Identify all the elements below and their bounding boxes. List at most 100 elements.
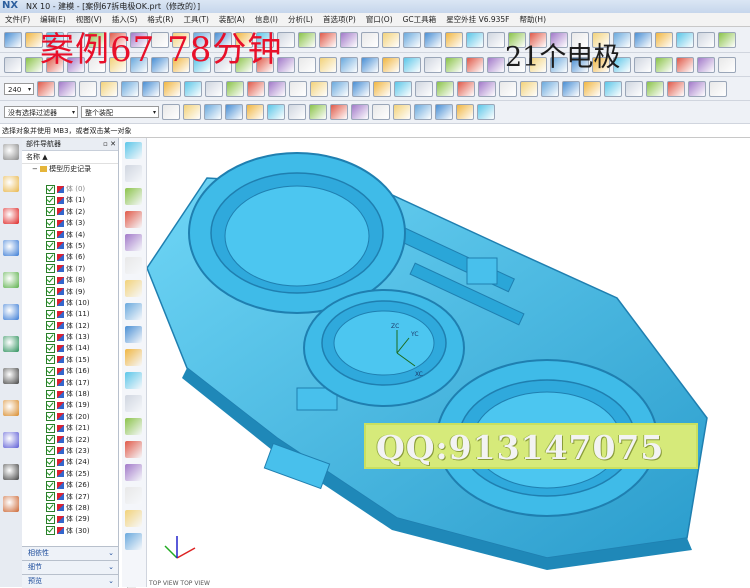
tree-row-body[interactable]: 体 (20) <box>22 412 118 423</box>
toolbar-tool-icon[interactable] <box>204 104 222 120</box>
tree-row-body[interactable]: 体 (19) <box>22 400 118 411</box>
toolbar-tool-icon[interactable] <box>562 80 580 97</box>
web-icon[interactable] <box>3 336 19 352</box>
toolbar-tool-icon[interactable] <box>435 104 453 120</box>
tree-row-body[interactable]: 体 (7) <box>22 264 118 275</box>
toolbar-tool-icon[interactable] <box>352 80 370 97</box>
toolbar-tool-icon[interactable] <box>466 56 484 73</box>
gear-icon[interactable] <box>3 144 19 160</box>
menu-analysis[interactable]: 分析(L) <box>283 13 318 26</box>
toolbar-tool-icon[interactable] <box>121 80 139 97</box>
tools-icon[interactable] <box>3 464 19 480</box>
menu-plugin[interactable]: 星空外挂 V6.935F <box>441 13 514 26</box>
palette-icon[interactable] <box>3 272 19 288</box>
tree-row-body[interactable]: 体 (5) <box>22 241 118 252</box>
panel-details[interactable]: 细节 ⌄ <box>22 560 118 574</box>
tree-row-body[interactable]: 体 (4) <box>22 230 118 241</box>
visibility-checkbox[interactable] <box>46 446 55 456</box>
zoom-combo[interactable]: 240 ▾ <box>4 82 34 95</box>
toolbar-tool-icon[interactable] <box>466 31 484 48</box>
toolbar-tool-icon[interactable] <box>351 104 369 120</box>
toolbar-tool-icon[interactable] <box>456 104 474 120</box>
toolbar-tool-icon[interactable] <box>403 31 421 48</box>
menu-help[interactable]: 帮助(H) <box>515 13 552 26</box>
assembly-scope-combo[interactable]: 整个装配 ▾ <box>81 106 159 118</box>
toolbar-tool-icon[interactable] <box>655 31 673 48</box>
navigator-close-icon[interactable]: ▫ ✕ <box>103 138 116 150</box>
toolbar-tool-icon[interactable] <box>487 31 505 48</box>
visibility-checkbox[interactable] <box>46 480 55 490</box>
toolbar-tool-icon[interactable] <box>183 104 201 120</box>
toolbar-tool-icon[interactable] <box>142 80 160 97</box>
toolbar-tool-icon[interactable] <box>646 80 664 97</box>
feature-icon[interactable] <box>3 176 19 192</box>
visibility-checkbox[interactable] <box>46 343 55 353</box>
toolbar-tool-icon[interactable] <box>309 104 327 120</box>
visibility-checkbox[interactable] <box>46 435 55 445</box>
toolbar-tool-icon[interactable] <box>415 80 433 97</box>
visibility-checkbox[interactable] <box>46 309 55 319</box>
side-tool-icon[interactable] <box>125 326 142 343</box>
toolbar-tool-icon[interactable] <box>709 80 727 97</box>
toolbar-tool-icon[interactable] <box>205 80 223 97</box>
visibility-checkbox[interactable] <box>46 366 55 376</box>
side-tool-icon[interactable] <box>125 257 142 274</box>
toolbar-tool-icon[interactable] <box>414 104 432 120</box>
visibility-checkbox[interactable] <box>46 469 55 479</box>
side-tool-icon[interactable] <box>125 441 142 458</box>
side-tool-icon[interactable] <box>125 234 142 251</box>
toolbar-tool-icon[interactable] <box>330 104 348 120</box>
toolbar-tool-icon[interactable] <box>625 80 643 97</box>
toolbar-tool-icon[interactable] <box>676 56 694 73</box>
visibility-checkbox[interactable] <box>46 423 55 433</box>
tree-row-body[interactable]: 体 (3) <box>22 218 118 229</box>
side-tool-icon[interactable] <box>125 280 142 297</box>
side-tool-icon[interactable] <box>125 349 142 366</box>
toolbar-tool-icon[interactable] <box>246 104 264 120</box>
tree-row-body[interactable]: 体 (21) <box>22 423 118 434</box>
side-tool-icon[interactable] <box>125 188 142 205</box>
side-tool-icon[interactable] <box>125 487 142 504</box>
toolbar-tool-icon[interactable] <box>319 31 337 48</box>
toolbar-tool-icon[interactable] <box>247 80 265 97</box>
toolbar-tool-icon[interactable] <box>520 80 538 97</box>
visibility-checkbox[interactable] <box>46 378 55 388</box>
tree-row-body[interactable]: 体 (1) <box>22 195 118 206</box>
tree-row-body[interactable]: 体 (23) <box>22 446 118 457</box>
toolbar-tool-icon[interactable] <box>340 31 358 48</box>
visibility-checkbox[interactable] <box>46 287 55 297</box>
toolbar-tool-icon[interactable] <box>184 80 202 97</box>
visibility-checkbox[interactable] <box>46 526 55 536</box>
toolbar-tool-icon[interactable] <box>319 56 337 73</box>
tree-row-body[interactable]: 体 (30) <box>22 526 118 537</box>
toolbar-tool-icon[interactable] <box>79 80 97 97</box>
visibility-checkbox[interactable] <box>46 492 55 502</box>
tree-row-body[interactable]: 体 (22) <box>22 435 118 446</box>
side-tool-icon[interactable] <box>125 372 142 389</box>
menu-preferences[interactable]: 首选项(P) <box>318 13 361 26</box>
constraint-icon[interactable] <box>3 240 19 256</box>
menu-file[interactable]: 文件(F) <box>0 13 35 26</box>
assembly-icon[interactable] <box>3 208 19 224</box>
toolbar-tool-icon[interactable] <box>436 80 454 97</box>
visibility-checkbox[interactable] <box>46 321 55 331</box>
tree-row-body[interactable]: 体 (14) <box>22 343 118 354</box>
toolbar-tool-icon[interactable] <box>394 80 412 97</box>
graphics-viewport[interactable]: XC YC ZC TOP VIEW TOP VIEW <box>147 138 750 587</box>
toolbar-tool-icon[interactable] <box>4 31 22 48</box>
toolbar-tool-icon[interactable] <box>163 80 181 97</box>
toolbar-tool-icon[interactable] <box>267 104 285 120</box>
analysis-icon[interactable] <box>3 432 19 448</box>
tree-row-body[interactable]: 体 (6) <box>22 252 118 263</box>
toolbar-tool-icon[interactable] <box>583 80 601 97</box>
menu-window[interactable]: 窗口(O) <box>361 13 398 26</box>
visibility-checkbox[interactable] <box>46 230 55 240</box>
history-icon[interactable] <box>3 400 19 416</box>
toolbar-tool-icon[interactable] <box>718 31 736 48</box>
tree-row-body[interactable]: 体 (2) <box>22 207 118 218</box>
toolbar-tool-icon[interactable] <box>372 104 390 120</box>
toolbar-tool-icon[interactable] <box>37 80 55 97</box>
tree-row-body[interactable]: 体 (27) <box>22 492 118 503</box>
side-tool-icon[interactable] <box>125 165 142 182</box>
toolbar-tool-icon[interactable] <box>298 31 316 48</box>
